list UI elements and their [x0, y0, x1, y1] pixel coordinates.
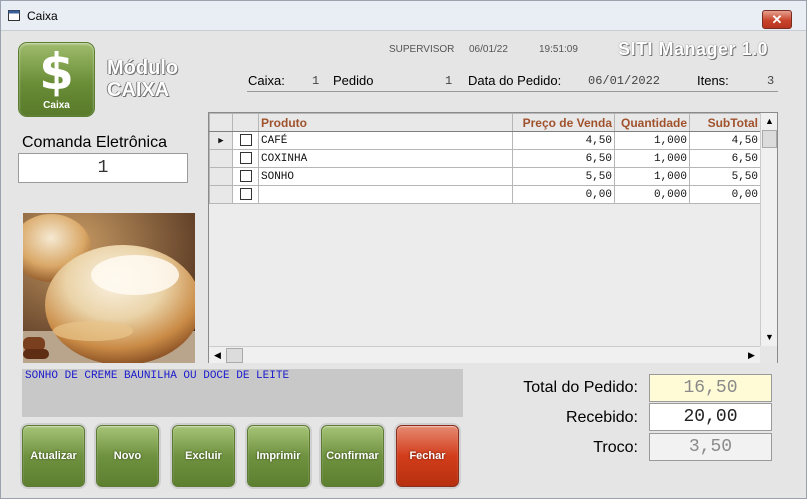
pedido-label: Pedido: [333, 73, 374, 88]
atualizar-button[interactable]: Atualizar: [22, 425, 85, 487]
product-description: SONHO DE CREME BAUNILHA OU DOCE DE LEITE: [22, 369, 463, 417]
novo-button[interactable]: Novo: [96, 425, 159, 487]
fechar-button[interactable]: Fechar: [396, 425, 459, 487]
product-photo: [23, 213, 195, 363]
col-produto[interactable]: Produto: [258, 113, 513, 132]
scroll-left-icon[interactable]: ◀: [209, 347, 226, 364]
cell-produto[interactable]: COXINHA: [258, 149, 513, 168]
row-indicator: [209, 185, 233, 204]
pedido-value: 1: [445, 74, 453, 88]
cell-preco[interactable]: 4,50: [512, 131, 615, 150]
caixa-logo: $ Caixa: [18, 42, 95, 117]
total-value: 16,50: [649, 374, 772, 402]
cell-subtotal[interactable]: 0,00: [689, 185, 761, 204]
col-preco[interactable]: Preço de Venda: [512, 113, 615, 132]
row-checkbox[interactable]: [232, 149, 259, 168]
excluir-button[interactable]: Excluir: [172, 425, 235, 487]
header-time: 19:51:09: [539, 44, 578, 55]
cell-produto[interactable]: [258, 185, 513, 204]
scroll-down-icon[interactable]: ▼: [761, 329, 778, 346]
table-row[interactable]: 0,00 0,000 0,00: [209, 185, 761, 204]
itens-value: 3: [767, 74, 775, 88]
module-title-line1: Módulo: [107, 57, 179, 79]
logo-caption: Caixa: [43, 100, 70, 111]
cell-subtotal[interactable]: 4,50: [689, 131, 761, 150]
row-checkbox[interactable]: [232, 185, 259, 204]
dollar-icon: $: [39, 43, 74, 101]
table-row[interactable]: SONHO 5,50 1,000 5,50: [209, 167, 761, 186]
total-label: Total do Pedido:: [523, 379, 638, 396]
troco-value: 3,50: [649, 433, 772, 461]
comanda-label: Comanda Eletrônica: [22, 134, 167, 151]
confirmar-button[interactable]: Confirmar: [321, 425, 384, 487]
cell-quantidade[interactable]: 0,000: [614, 185, 690, 204]
title-bar: Caixa ✕: [1, 1, 806, 31]
data-pedido-label: Data do Pedido:: [468, 73, 562, 88]
indicator-header: [209, 113, 233, 132]
cell-quantidade[interactable]: 1,000: [614, 167, 690, 186]
vertical-scroll-thumb[interactable]: [762, 130, 777, 148]
itens-label: Itens:: [697, 73, 729, 88]
brand-title: SITI Manager 1.0: [618, 39, 769, 59]
table-row[interactable]: COXINHA 6,50 1,000 6,50: [209, 149, 761, 168]
caixa-value: 1: [312, 74, 320, 88]
items-table: Produto Preço de Venda Quantidade SubTot…: [209, 113, 761, 204]
caixa-label: Caixa:: [248, 73, 285, 88]
close-button[interactable]: ✕: [762, 10, 792, 29]
scroll-right-icon[interactable]: ▶: [743, 347, 760, 364]
scroll-up-icon[interactable]: ▲: [761, 113, 778, 130]
troco-label: Troco:: [593, 439, 638, 456]
window-title: Caixa: [27, 9, 58, 23]
order-info-bar: Caixa: 1 Pedido 1 Data do Pedido: 06/01/…: [247, 72, 778, 92]
col-quantidade[interactable]: Quantidade: [614, 113, 690, 132]
vertical-scrollbar[interactable]: ▲ ▼: [760, 113, 777, 346]
header-date: 06/01/22: [469, 44, 508, 55]
recebido-input[interactable]: 20,00: [649, 403, 772, 431]
data-pedido-value: 06/01/2022: [588, 74, 661, 88]
table-header-row: Produto Preço de Venda Quantidade SubTot…: [209, 113, 761, 132]
table-row[interactable]: ▶ CAFÉ 4,50 1,000 4,50: [209, 131, 761, 150]
scroll-corner: [760, 346, 777, 363]
module-title-line2: CAIXA: [107, 79, 170, 101]
horizontal-scroll-thumb[interactable]: [226, 348, 243, 363]
current-row-indicator-icon: ▶: [209, 131, 233, 150]
col-subtotal[interactable]: SubTotal: [689, 113, 761, 132]
horizontal-scrollbar[interactable]: ◀ ▶: [209, 346, 760, 363]
cell-preco[interactable]: 5,50: [512, 167, 615, 186]
cell-subtotal[interactable]: 5,50: [689, 167, 761, 186]
recebido-label: Recebido:: [565, 409, 638, 426]
cell-quantidade[interactable]: 1,000: [614, 149, 690, 168]
cell-preco[interactable]: 6,50: [512, 149, 615, 168]
order-items-grid[interactable]: Produto Preço de Venda Quantidade SubTot…: [208, 112, 778, 363]
cell-quantidade[interactable]: 1,000: [614, 131, 690, 150]
cell-preco[interactable]: 0,00: [512, 185, 615, 204]
user-name: SUPERVISOR: [389, 44, 455, 55]
imprimir-button[interactable]: Imprimir: [247, 425, 310, 487]
cell-subtotal[interactable]: 6,50: [689, 149, 761, 168]
caixa-window: Caixa ✕ $ Caixa Módulo CAIXA SUPERVISOR …: [0, 0, 807, 499]
checkbox-header: [232, 113, 259, 132]
cell-produto[interactable]: CAFÉ: [258, 131, 513, 150]
comanda-input[interactable]: 1: [18, 153, 188, 183]
cell-produto[interactable]: SONHO: [258, 167, 513, 186]
row-checkbox[interactable]: [232, 131, 259, 150]
row-indicator: [209, 167, 233, 186]
app-icon: [8, 10, 20, 21]
row-indicator: [209, 149, 233, 168]
row-checkbox[interactable]: [232, 167, 259, 186]
module-title: Módulo CAIXA: [107, 57, 178, 101]
client-area: $ Caixa Módulo CAIXA SUPERVISOR 06/01/22…: [9, 31, 800, 492]
